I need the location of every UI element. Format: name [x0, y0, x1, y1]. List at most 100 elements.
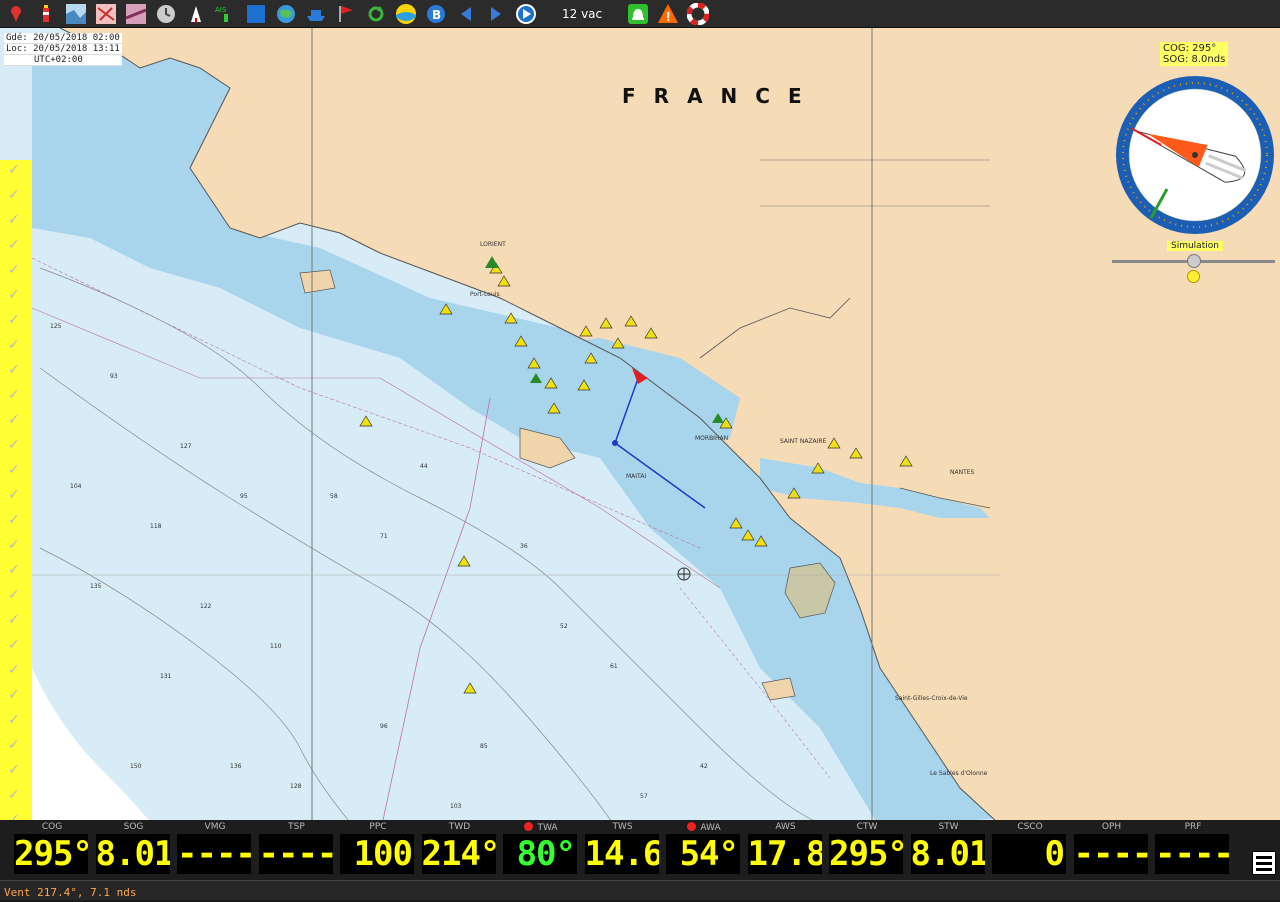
check-icon: ✓ — [8, 462, 20, 478]
instrument-label-text: STW — [938, 822, 959, 832]
svg-text:95: 95 — [240, 493, 248, 500]
check-icon: ✓ — [8, 612, 20, 628]
prev-icon[interactable] — [454, 3, 478, 25]
info-line-3: UTC+02:00 — [4, 55, 122, 66]
lighthouse-icon[interactable] — [34, 3, 58, 25]
tide-globe-icon[interactable] — [394, 3, 418, 25]
check-icon: ✓ — [8, 337, 20, 353]
svg-text:110: 110 — [270, 643, 282, 650]
instrument-value: 17.8 — [747, 834, 822, 874]
instrument-label: TWA — [501, 822, 581, 833]
svg-text:SAINT NAZAIRE: SAINT NAZAIRE — [780, 438, 827, 445]
svg-text:B: B — [432, 8, 441, 22]
wind-status-text: Vent 217.4°, 7.1 nds — [4, 886, 137, 899]
b-icon[interactable]: B — [424, 3, 448, 25]
instrument-value: 80° — [503, 834, 577, 874]
menu-icon[interactable] — [1252, 851, 1276, 875]
check-icon: ✓ — [8, 787, 20, 803]
ship-icon[interactable] — [304, 3, 328, 25]
svg-text:44: 44 — [420, 463, 428, 470]
nautical-chart[interactable]: 125 93 127 104 118 95 135 122 110 131 58 71 44 36… — [0, 28, 1280, 834]
instrument-label: PRF — [1153, 822, 1233, 832]
sog-text: SOG: 8.0nds — [1163, 54, 1226, 65]
check-icon: ✓ — [8, 412, 20, 428]
warning-icon[interactable]: ! — [656, 3, 680, 25]
instrument-label-text: PRF — [1184, 822, 1202, 832]
lifebuoy-icon[interactable] — [686, 2, 710, 25]
check-icon: ✓ — [8, 512, 20, 528]
svg-text:Le Sables d'Olonne: Le Sables d'Olonne — [930, 770, 988, 777]
globe-icon[interactable] — [274, 3, 298, 25]
svg-text:!: ! — [666, 10, 671, 24]
flag-icon[interactable] — [334, 3, 358, 25]
instrument-label: TWS — [583, 822, 663, 832]
instrument-value: 14.6 — [584, 834, 659, 874]
refresh-icon[interactable] — [364, 3, 388, 25]
instrument-label: AWA — [664, 822, 744, 833]
layer-icon[interactable] — [244, 3, 268, 25]
instrument-twd[interactable]: TWD 214° — [420, 820, 500, 878]
instrument-sog[interactable]: SOG 8.01 — [94, 820, 174, 878]
instrument-value: ---- — [258, 834, 333, 874]
instrument-value: 0 — [992, 834, 1066, 874]
instrument-label-text: CSCO — [1017, 822, 1043, 832]
instrument-cog[interactable]: COG 295° — [12, 820, 92, 878]
chart2-icon[interactable] — [94, 3, 118, 25]
check-icon: ✓ — [8, 237, 20, 253]
svg-text:103: 103 — [450, 803, 462, 810]
check-icon: ✓ — [8, 312, 20, 328]
instrument-value: 295° — [829, 834, 903, 874]
instrument-vmg[interactable]: VMG ---- — [175, 820, 255, 878]
instrument-ctw[interactable]: CTW 295° — [827, 820, 907, 878]
instrument-label-text: TWD — [448, 822, 471, 832]
check-icon: ✓ — [8, 262, 20, 278]
svg-text:122: 122 — [200, 603, 212, 610]
ais-icon[interactable]: AIS — [214, 3, 238, 25]
svg-text:150: 150 — [130, 763, 142, 770]
buoy-icon[interactable] — [184, 3, 208, 25]
bell-icon[interactable] — [626, 3, 650, 25]
instrument-oph[interactable]: OPH ---- — [1072, 820, 1152, 878]
svg-text:125: 125 — [50, 323, 62, 330]
check-icon: ✓ — [8, 762, 20, 778]
pin-icon[interactable] — [4, 3, 28, 25]
clock-icon[interactable] — [154, 3, 178, 25]
tide-label[interactable]: 12 vac — [544, 7, 620, 21]
instrument-stw[interactable]: STW 8.01 — [909, 820, 989, 878]
instrument-tws[interactable]: TWS 14.6 — [583, 820, 663, 878]
instrument-label-text: AWA — [700, 823, 721, 833]
svg-text:104: 104 — [70, 483, 82, 490]
next-icon[interactable] — [484, 3, 508, 25]
instrument-label: TWD — [420, 822, 500, 832]
check-icon: ✓ — [8, 687, 20, 703]
check-icon: ✓ — [8, 537, 20, 553]
instrument-csco[interactable]: CSCO 0 — [990, 820, 1070, 878]
svg-text:MAITAI: MAITAI — [626, 473, 646, 480]
svg-text:71: 71 — [380, 533, 388, 540]
chart3-icon[interactable] — [124, 3, 148, 25]
instrument-label: COG — [12, 822, 92, 832]
check-icon: ✓ — [8, 212, 20, 228]
instrument-aws[interactable]: AWS 17.8 — [746, 820, 826, 878]
svg-text:58: 58 — [330, 493, 338, 500]
play-icon[interactable] — [514, 3, 538, 25]
simulation-slider-handle[interactable] — [1187, 254, 1201, 268]
svg-text:128: 128 — [290, 783, 302, 790]
instrument-label: STW — [909, 822, 989, 832]
svg-text:131: 131 — [160, 673, 172, 680]
status-bar: Vent 217.4°, 7.1 nds — [0, 880, 1280, 900]
instrument-twa[interactable]: TWA 80° — [501, 820, 581, 878]
instrument-awa[interactable]: AWA 54° — [664, 820, 744, 878]
check-icon: ✓ — [8, 187, 20, 203]
instrument-prf[interactable]: PRF ---- — [1153, 820, 1233, 878]
instrument-label: AWS — [746, 822, 826, 832]
svg-text:61: 61 — [610, 663, 618, 670]
instrument-ppc[interactable]: PPC 100 — [338, 820, 418, 878]
instrument-label-text: VMG — [204, 822, 226, 832]
instrument-tsp[interactable]: TSP ---- — [257, 820, 337, 878]
chart-icon[interactable] — [64, 3, 88, 25]
instrument-label-text: TSP — [288, 822, 305, 832]
instrument-label-text: TWA — [537, 823, 558, 833]
svg-text:NANTES: NANTES — [950, 469, 975, 476]
svg-text:57: 57 — [640, 793, 648, 800]
